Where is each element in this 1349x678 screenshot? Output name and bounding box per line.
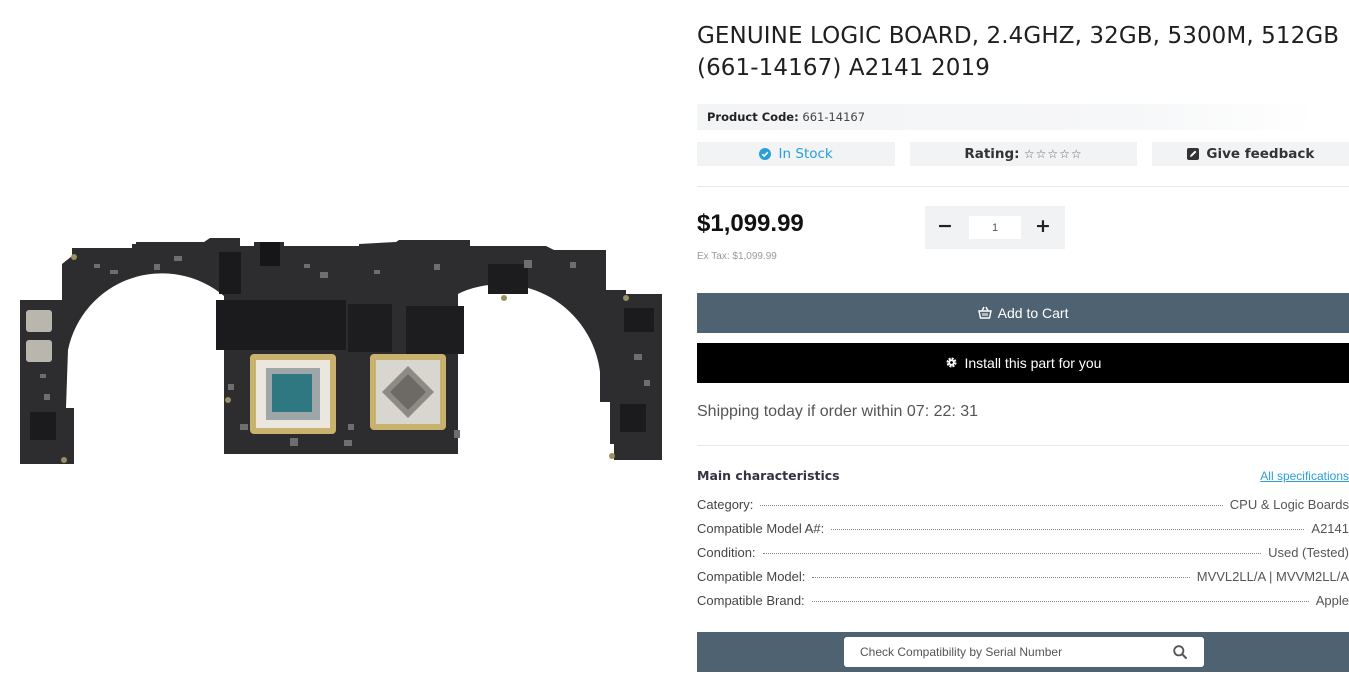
- install-part-label: Install this part for you: [964, 355, 1102, 371]
- spec-leader-dots: [811, 601, 1309, 602]
- spec-row-model-number: Compatible Model A#: A2141: [697, 521, 1349, 539]
- shipping-text: Shipping today if order within: [697, 403, 903, 420]
- product-code-label: Product Code:: [707, 110, 799, 124]
- stock-status-badge: In Stock: [697, 142, 895, 166]
- spec-leader-dots: [812, 577, 1190, 578]
- spec-value: Used (Tested): [1268, 545, 1349, 560]
- logic-board-image: [20, 238, 662, 464]
- spec-leader-dots: [831, 529, 1305, 530]
- serial-check-bar: [697, 632, 1349, 672]
- product-title: GENUINE LOGIC BOARD, 2.4GHZ, 32GB, 5300M…: [697, 23, 1340, 81]
- shipping-countdown: Shipping today if order within 07: 22: 3…: [697, 403, 978, 421]
- spec-row-compatible-model: Compatible Model: MVVL2LL/A | MVVM2LL/A: [697, 569, 1349, 587]
- all-specifications-link[interactable]: All specifications: [1260, 469, 1349, 483]
- add-to-cart-button[interactable]: Add to Cart: [697, 293, 1349, 333]
- spec-label: Compatible Model:: [697, 569, 806, 584]
- add-to-cart-label: Add to Cart: [997, 305, 1069, 321]
- gear-icon: [946, 357, 957, 368]
- quantity-decrease-button[interactable]: −: [925, 206, 965, 249]
- give-feedback-label: Give feedback: [1206, 146, 1315, 162]
- spec-label: Compatible Model A#:: [697, 521, 825, 536]
- spec-row-category: Category: CPU & Logic Boards: [697, 497, 1349, 515]
- spec-label: Category:: [697, 497, 754, 512]
- product-image-panel[interactable]: [0, 0, 680, 678]
- spec-value: A2141: [1311, 521, 1349, 536]
- quantity-input[interactable]: [969, 216, 1021, 239]
- spec-row-condition: Condition: Used (Tested): [697, 545, 1349, 563]
- spec-label: Condition:: [697, 545, 756, 560]
- search-icon[interactable]: [1172, 644, 1188, 660]
- divider: [697, 445, 1349, 446]
- quantity-increase-button[interactable]: +: [1023, 206, 1063, 249]
- countdown-timer: 07: 22: 31: [906, 403, 979, 420]
- divider: [697, 186, 1349, 187]
- install-part-button[interactable]: Install this part for you: [697, 343, 1349, 383]
- basket-icon: [977, 306, 992, 319]
- spec-label: Compatible Brand:: [697, 593, 805, 608]
- serial-number-input[interactable]: [844, 637, 1204, 667]
- quantity-stepper: − +: [925, 206, 1065, 249]
- rating-widget[interactable]: Rating: ☆☆☆☆☆: [910, 142, 1137, 166]
- spec-value: MVVL2LL/A | MVVM2LL/A: [1196, 569, 1349, 584]
- main-characteristics-heading: Main characteristics: [697, 468, 840, 483]
- stock-status-text: In Stock: [778, 146, 833, 162]
- check-circle-icon: [759, 148, 772, 160]
- rating-stars[interactable]: ☆☆☆☆☆: [1024, 147, 1083, 161]
- rating-label: Rating:: [964, 146, 1020, 162]
- price: $1,099.99: [697, 210, 804, 237]
- spec-value: CPU & Logic Boards: [1229, 497, 1349, 512]
- ex-tax-price: Ex Tax: $1,099.99: [697, 251, 777, 262]
- product-code-bar: Product Code: 661-14167: [697, 104, 1317, 130]
- spec-value: Apple: [1315, 593, 1349, 608]
- spec-leader-dots: [760, 505, 1223, 506]
- edit-square-icon: [1186, 148, 1199, 160]
- product-code-value: 661-14167: [802, 110, 866, 124]
- spec-row-brand: Compatible Brand: Apple: [697, 593, 1349, 611]
- give-feedback-button[interactable]: Give feedback: [1152, 142, 1349, 166]
- product-info-panel: GENUINE LOGIC BOARD, 2.4GHZ, 32GB, 5300M…: [697, 0, 1349, 678]
- spec-leader-dots: [762, 553, 1262, 554]
